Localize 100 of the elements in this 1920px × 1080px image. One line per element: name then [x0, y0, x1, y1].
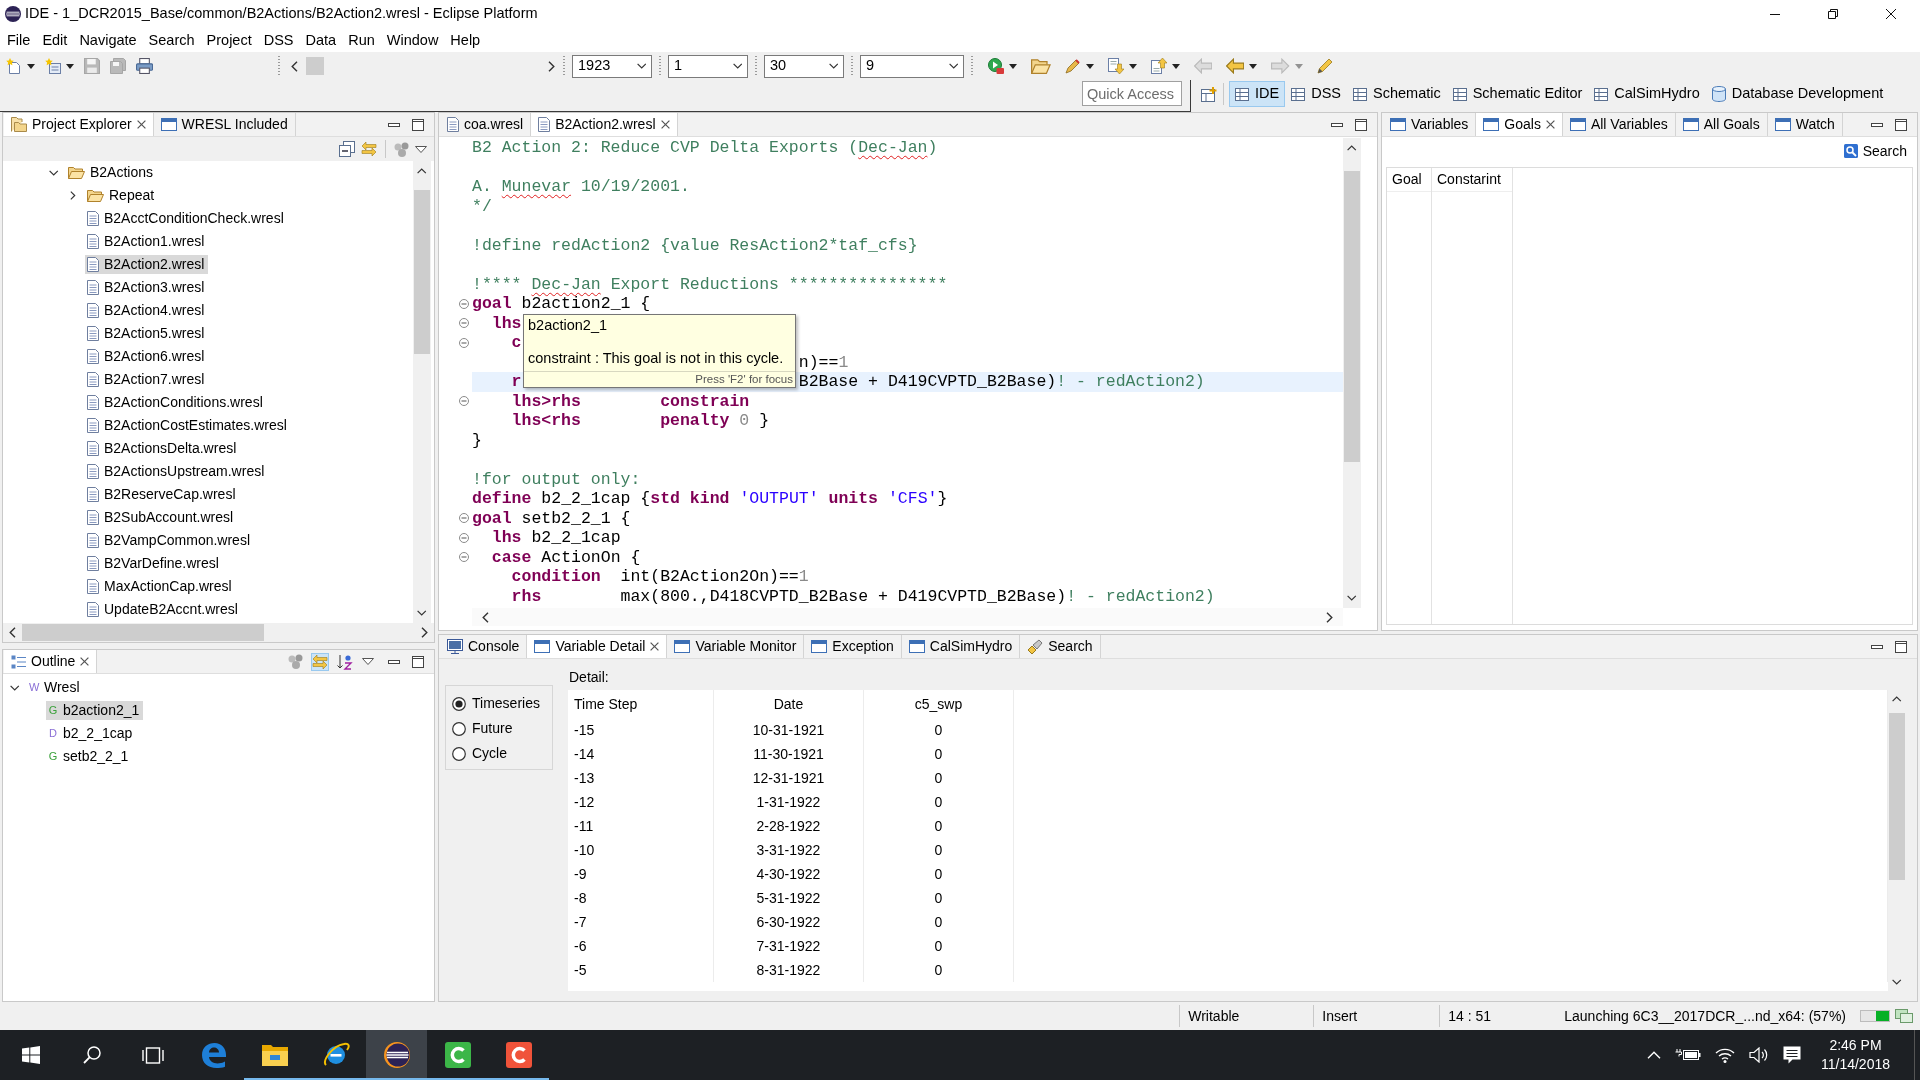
close-icon[interactable]: [1545, 120, 1555, 129]
tree-item[interactable]: B2VarDefine.wresl: [85, 554, 223, 573]
restore-icon[interactable]: [1828, 9, 1838, 19]
collapse-icon[interactable]: [459, 532, 469, 543]
collapse-all-icon[interactable]: [339, 141, 355, 157]
tab[interactable]: Variables: [1383, 113, 1477, 136]
collapse-icon[interactable]: [459, 337, 469, 348]
tree-item[interactable]: G setb2_2_1: [46, 747, 133, 766]
battery-icon[interactable]: [1674, 1048, 1701, 1062]
window-icon[interactable]: [1774, 118, 1791, 131]
table-icon[interactable]: [1353, 87, 1367, 101]
tab[interactable]: Outline: [4, 650, 98, 673]
window-icon[interactable]: [1390, 118, 1406, 131]
chevron-up-icon[interactable]: [417, 168, 427, 174]
tree-item[interactable]: B2SubAccount.wresl: [85, 508, 238, 527]
tab[interactable]: Console: [440, 635, 528, 658]
maximize-icon[interactable]: [412, 655, 424, 668]
caret-icon[interactable]: [27, 63, 35, 69]
tree-item[interactable]: B2Action1.wresl: [85, 232, 209, 251]
tab[interactable]: Exception: [804, 635, 902, 658]
minimize-icon[interactable]: [1331, 122, 1343, 127]
close-icon[interactable]: [136, 120, 146, 129]
close-icon[interactable]: [80, 657, 90, 666]
minimize-icon[interactable]: [388, 659, 400, 664]
striped-circle-icon[interactable]: [383, 1042, 410, 1068]
dropdown[interactable]: 1: [668, 54, 748, 78]
table-icon[interactable]: [1235, 87, 1249, 101]
window-icon[interactable]: [534, 640, 551, 653]
tree-item[interactable]: G b2action2_1: [46, 701, 144, 720]
window-icon[interactable]: [674, 640, 691, 653]
open-perspective-icon[interactable]: [1201, 86, 1217, 102]
perspective-button[interactable]: Schematic: [1347, 81, 1447, 107]
taskbar-button[interactable]: [366, 1030, 427, 1080]
up-arrow-icon[interactable]: [1150, 58, 1167, 74]
circles-icon[interactable]: [288, 654, 303, 669]
chevron-down-icon[interactable]: [948, 63, 958, 69]
chevron-icon[interactable]: [10, 684, 20, 691]
tree-item[interactable]: B2VampCommon.wresl: [85, 531, 254, 550]
monitor-icon[interactable]: [447, 639, 463, 654]
table-icon[interactable]: [1594, 87, 1609, 101]
tree-item[interactable]: B2ActionsDelta.wresl: [85, 439, 241, 458]
scroll-thumb[interactable]: [414, 190, 430, 354]
caret-icon[interactable]: [1085, 63, 1094, 69]
window-icon[interactable]: [1682, 118, 1699, 131]
sort-icon[interactable]: [337, 653, 353, 670]
radio-button[interactable]: [452, 696, 466, 711]
down-arrow-icon[interactable]: [1107, 58, 1124, 74]
scroll-thumb[interactable]: [22, 624, 264, 641]
collapse-icon[interactable]: [459, 318, 469, 329]
task-view-icon[interactable]: [141, 1046, 164, 1064]
scroll-thumb[interactable]: [1344, 171, 1360, 462]
vertical-scrollbar[interactable]: [1343, 138, 1361, 608]
search-button[interactable]: Search: [1839, 141, 1911, 161]
database-icon[interactable]: [1711, 86, 1726, 102]
collapse-icon[interactable]: [459, 552, 469, 563]
tree-item[interactable]: B2ActionConditions.wresl: [85, 393, 267, 412]
maximize-icon[interactable]: [1895, 640, 1907, 653]
tab[interactable]: B2Action2.wresl: [531, 113, 678, 136]
maximize-icon[interactable]: [1895, 118, 1907, 131]
chevron-left-icon[interactable]: [482, 611, 489, 623]
chevron-left-icon[interactable]: [9, 627, 16, 638]
minimize-icon[interactable]: [1770, 13, 1780, 15]
maximize-icon[interactable]: [412, 118, 424, 131]
chevron-right-icon[interactable]: [548, 60, 555, 72]
browser-icon[interactable]: [321, 1042, 350, 1068]
minimize-icon[interactable]: [1871, 644, 1883, 649]
view-menu-icon[interactable]: [415, 145, 427, 153]
notification-icon[interactable]: [1782, 1046, 1801, 1064]
close-icon[interactable]: [650, 642, 660, 651]
menu-item[interactable]: DSS: [257, 29, 300, 51]
menu-item[interactable]: Run: [342, 29, 381, 51]
tree-item[interactable]: B2Action7.wresl: [85, 370, 209, 389]
menu-item[interactable]: Project: [200, 29, 258, 51]
list-icon[interactable]: [11, 654, 26, 669]
menu-item[interactable]: File: [1, 29, 37, 51]
tab[interactable]: All Variables: [1562, 113, 1676, 136]
chevron-down-icon[interactable]: [636, 63, 646, 69]
close-icon[interactable]: [1886, 9, 1896, 19]
perspective-button[interactable]: Schematic Editor: [1446, 81, 1589, 107]
scroll-thumb[interactable]: [1889, 713, 1905, 880]
print-icon[interactable]: [136, 58, 154, 74]
dropdown[interactable]: 9: [860, 54, 964, 78]
maximize-icon[interactable]: [1355, 118, 1367, 131]
radio-button[interactable]: [452, 746, 466, 761]
new-file-icon[interactable]: [6, 58, 22, 74]
table-icon[interactable]: [1291, 87, 1306, 101]
chevron-icon[interactable]: [70, 191, 76, 200]
file-icon[interactable]: [538, 117, 551, 132]
chevron-down-icon[interactable]: [1892, 979, 1902, 985]
window-icon[interactable]: [908, 640, 925, 653]
app-tile-icon[interactable]: [505, 1042, 532, 1068]
chevron-left-icon[interactable]: [291, 60, 298, 72]
perspective-button[interactable]: DSS: [1285, 81, 1347, 107]
run-icon[interactable]: [988, 58, 1004, 74]
tab[interactable]: All Goals: [1675, 113, 1768, 136]
view-menu-icon[interactable]: [362, 658, 374, 665]
menu-item[interactable]: Window: [380, 29, 445, 51]
dropdown[interactable]: 1923: [572, 54, 652, 78]
windows-logo-icon[interactable]: [21, 1046, 40, 1064]
tab[interactable]: Goals: [1476, 113, 1563, 136]
